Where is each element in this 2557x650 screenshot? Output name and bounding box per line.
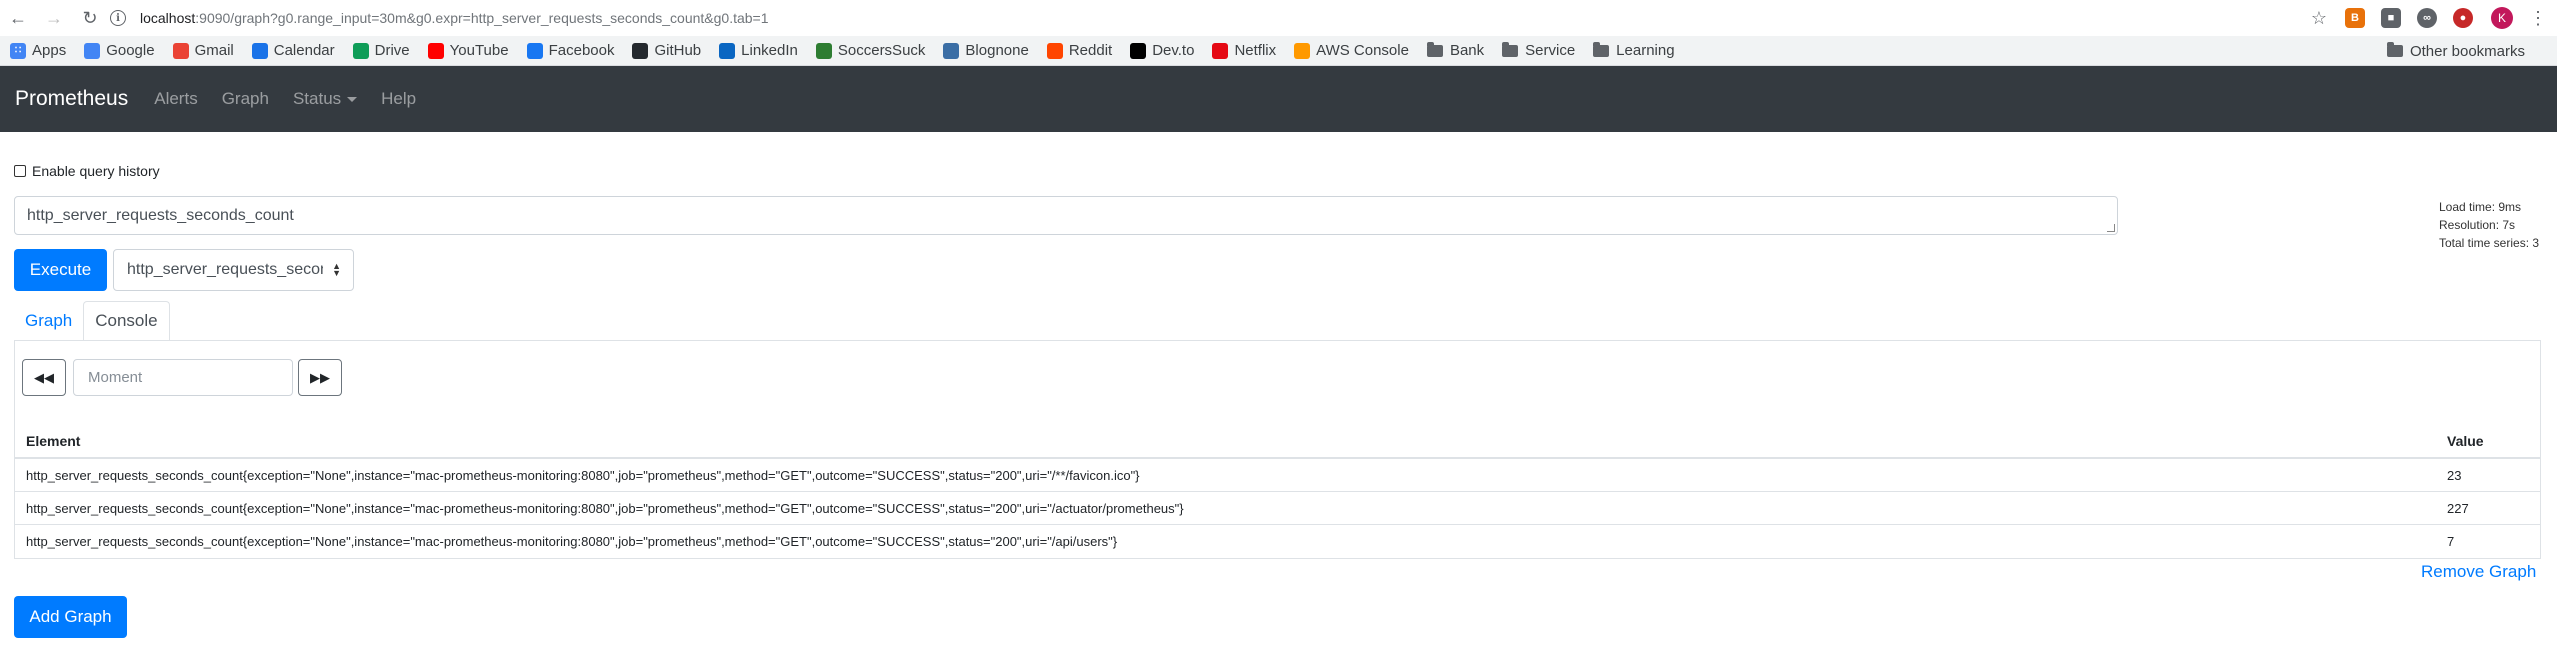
table-row: http_server_requests_seconds_count{excep…	[15, 525, 2540, 558]
google-icon	[84, 42, 101, 59]
linkedin-icon	[719, 42, 736, 59]
table-header: Element Value	[15, 425, 2540, 459]
bookmark-dev-to[interactable]: Dev.to	[1130, 42, 1194, 59]
bookmark-learning[interactable]: Learning	[1593, 41, 1675, 59]
reload-icon[interactable]: ↻	[72, 0, 108, 36]
youtube-icon	[427, 42, 444, 59]
console-panel: ◀◀ Moment ▶▶ Element Value http_server_r…	[14, 340, 2541, 559]
bookmark-youtube[interactable]: YouTube	[427, 42, 509, 59]
nav-help[interactable]: Help	[381, 89, 416, 109]
folder-icon	[1593, 41, 1610, 57]
bookmark-github[interactable]: GitHub	[632, 42, 701, 59]
extension-icon[interactable]: ●	[2453, 8, 2473, 28]
view-tabs: Graph Console	[14, 301, 170, 341]
netflix-icon	[1212, 42, 1229, 59]
other-bookmarks[interactable]: Other bookmarks	[2386, 36, 2543, 66]
row-value: 7	[2447, 534, 2455, 549]
extension-icon[interactable]: ■	[2381, 8, 2401, 28]
rewind-icon: ◀◀	[34, 369, 54, 385]
bookmark-facebook[interactable]: Facebook	[526, 42, 614, 59]
info-icon[interactable]: i	[110, 10, 126, 26]
column-element: Element	[26, 433, 81, 449]
caret-down-icon	[347, 97, 358, 103]
url-host: localhost	[140, 10, 196, 26]
bookmark-service[interactable]: Service	[1502, 41, 1575, 59]
bookmark-aws-console[interactable]: AWS Console	[1294, 42, 1409, 59]
folder-icon	[1502, 41, 1519, 57]
avatar[interactable]: K	[2491, 7, 2513, 29]
tab-console[interactable]: Console	[83, 301, 170, 341]
drive-icon	[352, 42, 369, 59]
nav-alerts[interactable]: Alerts	[154, 89, 197, 109]
folder-icon	[1426, 41, 1443, 57]
row-value: 227	[2447, 500, 2469, 516]
resize-handle-icon[interactable]	[2107, 224, 2115, 232]
address-bar[interactable]: i localhost:9090/graph?g0.range_input=30…	[110, 6, 769, 30]
bookmark-gmail[interactable]: Gmail	[172, 42, 234, 59]
row-element: http_server_requests_seconds_count{excep…	[26, 467, 1140, 483]
tab-graph[interactable]: Graph	[14, 301, 83, 341]
history-checkbox[interactable]	[14, 165, 26, 177]
blognone-icon	[943, 42, 960, 59]
query-stats: Load time: 9ms Resolution: 7s Total time…	[2439, 200, 2540, 250]
bookmark-blognone[interactable]: Blognone	[943, 42, 1029, 59]
nav-graph[interactable]: Graph	[222, 89, 269, 109]
table-row: http_server_requests_seconds_count{excep…	[15, 459, 2540, 492]
bookmark-drive[interactable]: Drive	[352, 42, 410, 59]
url-path: :9090/graph?g0.range_input=30m&g0.expr=h…	[195, 10, 769, 26]
folder-icon	[2386, 42, 2403, 57]
bookmark-google[interactable]: Google	[84, 42, 155, 59]
reddit-icon	[1046, 42, 1063, 59]
bookmark-apps[interactable]: ∷ Apps	[10, 42, 66, 59]
prometheus-navbar: Prometheus Alerts Graph Status Help	[0, 66, 2557, 132]
fast-forward-icon: ▶▶	[310, 369, 330, 385]
nav-status[interactable]: Status	[293, 89, 358, 109]
calendar-icon	[251, 42, 268, 59]
row-value: 23	[2447, 467, 2462, 483]
table-row: http_server_requests_seconds_count{excep…	[15, 492, 2540, 525]
more-menu-icon[interactable]: ⋮	[2529, 8, 2547, 29]
fast-forward-button[interactable]: ▶▶	[298, 359, 342, 396]
bookmarks-bar: ∷ Apps Google Gmail Calendar Drive YouTube Face…	[0, 36, 2557, 66]
facebook-icon	[526, 42, 543, 59]
bookmark-bank[interactable]: Bank	[1426, 41, 1484, 59]
back-arrow-icon[interactable]: ←	[0, 0, 36, 36]
brand-link[interactable]: Prometheus	[15, 87, 128, 111]
forward-arrow-icon[interactable]: →	[36, 0, 72, 36]
history-label: Enable query history	[32, 163, 160, 179]
bookmark-star-icon[interactable]: ☆	[2301, 0, 2337, 36]
remove-graph-link[interactable]: Remove Graph	[2421, 562, 2536, 582]
extension-icon[interactable]: B	[2345, 8, 2365, 28]
execute-button[interactable]: Execute	[14, 249, 107, 291]
results-table: Element Value http_server_requests_secon…	[15, 425, 2540, 558]
browser-toolbar: ← → ↻ i localhost:9090/graph?g0.range_in…	[0, 0, 2557, 36]
devto-icon	[1130, 42, 1147, 59]
gmail-icon	[172, 42, 189, 59]
bookmark-linkedin[interactable]: LinkedIn	[719, 42, 798, 59]
metric-select[interactable]: http_server_requests_seconds_count ▲▼	[113, 249, 354, 291]
extension-icon[interactable]: ∞	[2417, 8, 2437, 28]
row-element: http_server_requests_seconds_count{excep…	[26, 534, 1118, 549]
query-history-toggle[interactable]: Enable query history	[14, 163, 160, 179]
row-element: http_server_requests_seconds_count{excep…	[26, 500, 1184, 516]
moment-input[interactable]: Moment	[73, 359, 293, 396]
bookmark-soccerssuck[interactable]: SoccersSuck	[815, 42, 925, 59]
add-graph-button[interactable]: Add Graph	[14, 596, 127, 638]
aws-icon	[1294, 42, 1311, 59]
bookmark-calendar[interactable]: Calendar	[251, 42, 335, 59]
apps-grid-icon: ∷	[10, 42, 26, 59]
bookmark-netflix[interactable]: Netflix	[1212, 42, 1276, 59]
select-arrows-icon: ▲ ▼	[332, 261, 341, 278]
bookmark-reddit[interactable]: Reddit	[1046, 42, 1112, 59]
rewind-button[interactable]: ◀◀	[22, 359, 66, 396]
github-icon	[632, 42, 649, 59]
soccer-icon	[815, 42, 832, 59]
expression-input[interactable]: http_server_requests_seconds_count	[14, 196, 2118, 235]
column-value: Value	[2447, 433, 2484, 449]
